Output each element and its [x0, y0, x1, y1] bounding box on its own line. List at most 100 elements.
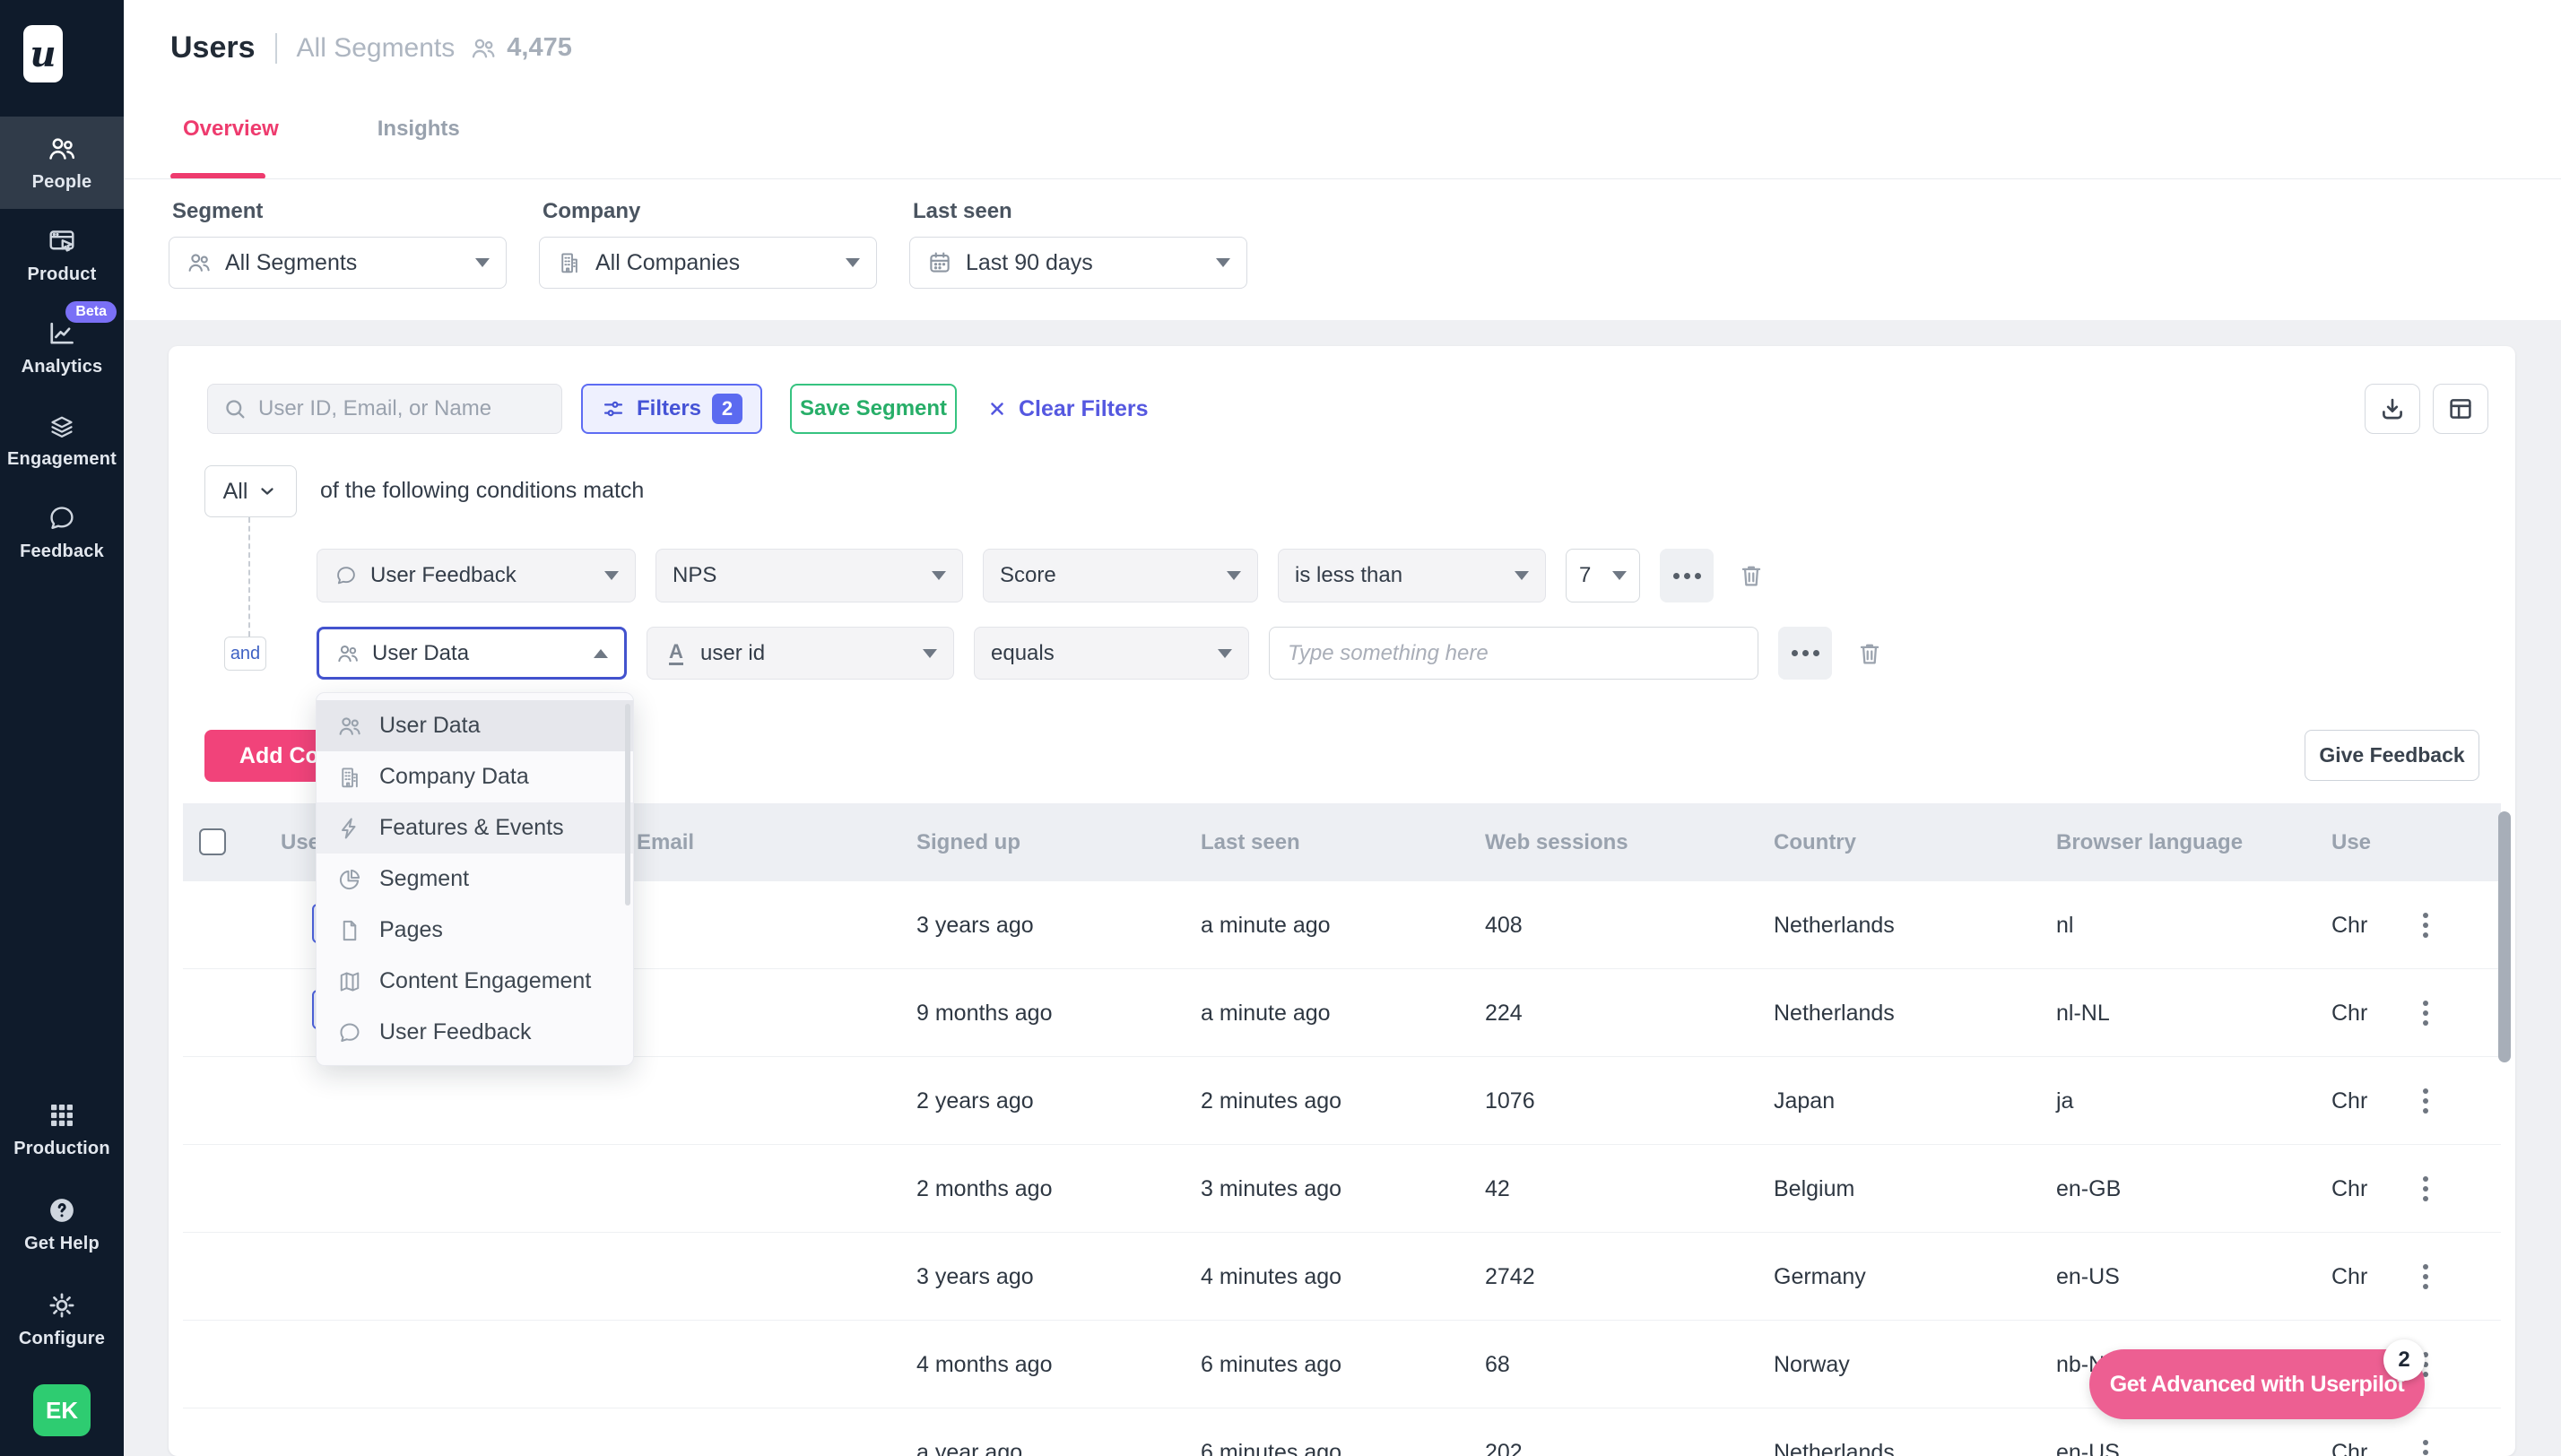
condition-more-button[interactable] [1660, 549, 1714, 602]
cell-web-sessions: 408 [1485, 881, 1523, 969]
tab-overview[interactable]: Overview [183, 117, 279, 142]
sidebar-item-analytics[interactable]: BetaAnalytics [0, 301, 124, 394]
cell-browser: Chr [2331, 969, 2382, 1057]
product-icon [46, 225, 78, 257]
building-icon [336, 764, 363, 791]
sidebar-item-people[interactable]: People [0, 117, 124, 209]
menu-scrollbar[interactable] [625, 704, 630, 906]
cell-last-seen: a minute ago [1201, 969, 1331, 1057]
menu-item-user-feedback[interactable]: User Feedback [317, 1007, 633, 1058]
condition-delete-button[interactable] [1852, 627, 1888, 680]
filter-select-last-seen[interactable]: Last 90 days [909, 237, 1247, 289]
select-value: equals [991, 641, 1055, 666]
row-actions-kebab-icon[interactable] [2419, 909, 2432, 941]
cell-browser: Chr [2331, 1233, 2382, 1321]
sidebar-item-get-help[interactable]: Get Help [0, 1176, 124, 1271]
cell-last-seen: 6 minutes ago [1201, 1321, 1341, 1408]
chevron-down-icon [1515, 571, 1529, 580]
user-search[interactable] [207, 384, 562, 434]
filters-button-label: Filters [637, 396, 701, 421]
sidebar-item-product[interactable]: Product [0, 209, 124, 301]
menu-item-pages[interactable]: Pages [317, 905, 633, 956]
chevron-down-icon [1218, 649, 1232, 658]
condition-row-1: User Feedback NPS Score is less than 7 [317, 549, 1769, 602]
building-icon [556, 249, 583, 276]
search-input[interactable] [258, 396, 547, 421]
menu-item-label: Pages [379, 917, 443, 943]
condition-type-select[interactable]: User Feedback [317, 549, 636, 602]
columns-button[interactable] [2433, 384, 2488, 434]
feedback-icon [46, 502, 78, 534]
sidebar-item-engagement[interactable]: Engagement [0, 394, 124, 486]
menu-item-segment[interactable]: Segment [317, 854, 633, 905]
row-actions-kebab-icon[interactable] [2419, 1261, 2432, 1293]
filter-label: Segment [172, 199, 507, 224]
user-count-value: 4,475 [507, 33, 572, 63]
select-value: is less than [1295, 563, 1402, 588]
sidebar-item-feedback[interactable]: Feedback [0, 486, 124, 578]
condition-metric-select[interactable]: Score [983, 549, 1258, 602]
tab-insights[interactable]: Insights [378, 117, 460, 142]
cell-web-sessions: 202 [1485, 1408, 1523, 1456]
sidebar-item-configure[interactable]: Configure [0, 1271, 124, 1366]
filter-label: Company [543, 199, 877, 224]
row-actions-kebab-icon[interactable] [2419, 1436, 2432, 1456]
filter-select-segment[interactable]: All Segments [169, 237, 507, 289]
table-row[interactable]: 2 years ago2 minutes ago1076JapanjaChr [183, 1057, 2501, 1145]
select-value: NPS [673, 563, 716, 588]
select-all-checkbox[interactable] [199, 828, 226, 855]
condition-type-select-open[interactable]: User Data [317, 627, 627, 680]
download-button[interactable] [2365, 384, 2420, 434]
sidebar-item-production[interactable]: Production [0, 1081, 124, 1176]
sidebar-item-label: Product [28, 264, 97, 285]
condition-connector-label: and [224, 637, 266, 671]
sidebar-item-label: Get Help [24, 1234, 100, 1254]
save-segment-button[interactable]: Save Segment [790, 384, 957, 434]
condition-value-input[interactable] [1269, 627, 1758, 680]
clear-filters-button[interactable]: Clear Filters [986, 384, 1149, 434]
match-mode-select[interactable]: All [204, 465, 297, 517]
give-feedback-button[interactable]: Give Feedback [2305, 730, 2479, 781]
people-icon [336, 713, 363, 740]
avatar[interactable]: EK [33, 1384, 91, 1436]
table-scrollbar[interactable] [2498, 811, 2511, 1062]
condition-property-select[interactable]: A user id [647, 627, 954, 680]
page-title: Users [170, 30, 256, 65]
match-mode-value: All [223, 479, 248, 505]
cell-signed-up: 2 years ago [916, 1057, 1034, 1145]
table-row[interactable]: 3 years ago4 minutes ago2742Germanyen-US… [183, 1233, 2501, 1321]
filter-label: Last seen [913, 199, 1247, 224]
condition-value-select[interactable]: 7 [1566, 549, 1640, 602]
sliders-icon [601, 396, 626, 421]
select-value: user id [700, 641, 765, 666]
menu-item-features-events[interactable]: Features & Events [317, 802, 633, 854]
menu-item-label: Segment [379, 866, 469, 892]
condition-more-button[interactable] [1778, 627, 1832, 680]
filter-select-company[interactable]: All Companies [539, 237, 877, 289]
menu-item-content-engagement[interactable]: Content Engagement [317, 956, 633, 1007]
trash-icon [1854, 638, 1885, 669]
global-filters: Segment All Segments Company All Companies L… [169, 199, 1247, 289]
row-actions-kebab-icon[interactable] [2419, 997, 2432, 1029]
menu-item-user-data[interactable]: User Data [317, 700, 633, 751]
menu-item-company-data[interactable]: Company Data [317, 751, 633, 802]
cell-web-sessions: 1076 [1485, 1057, 1535, 1145]
cell-browser: Chr [2331, 1057, 2382, 1145]
condition-operator-select[interactable]: is less than [1278, 549, 1546, 602]
row-actions-kebab-icon[interactable] [2419, 1173, 2432, 1205]
people-icon [46, 133, 78, 165]
cell-country: Japan [1774, 1057, 1835, 1145]
condition-property-select[interactable]: NPS [655, 549, 963, 602]
table-row[interactable]: 2 months ago3 minutes ago42Belgiumen-GBC… [183, 1145, 2501, 1233]
condition-operator-select[interactable]: equals [974, 627, 1249, 680]
cell-signed-up: 4 months ago [916, 1321, 1053, 1408]
get-advanced-button[interactable]: Get Advanced with Userpilot [2089, 1349, 2425, 1419]
cell-web-sessions: 224 [1485, 969, 1523, 1057]
condition-connector-line [248, 517, 250, 637]
column-header-country: Country [1774, 803, 1856, 881]
cell-signed-up: 9 months ago [916, 969, 1053, 1057]
row-actions-kebab-icon[interactable] [2419, 1085, 2432, 1117]
condition-delete-button[interactable] [1733, 549, 1769, 602]
userpilot-logo[interactable]: u [23, 25, 63, 82]
filters-button[interactable]: Filters 2 [581, 384, 762, 434]
